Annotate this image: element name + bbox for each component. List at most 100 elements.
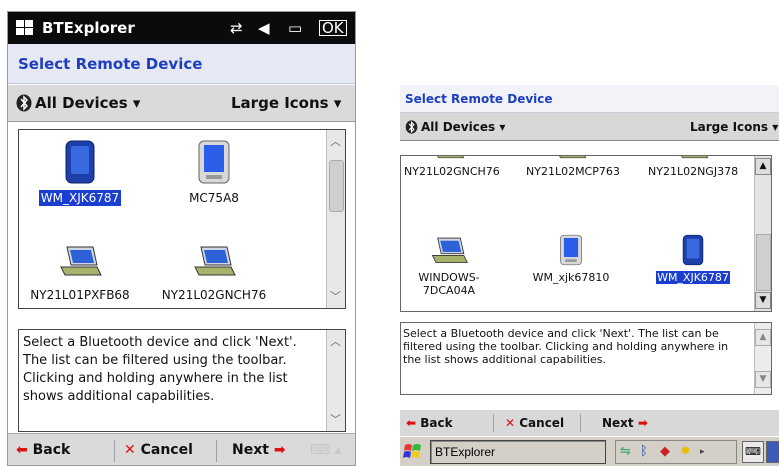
phone-icon [65, 140, 95, 184]
start-flag-icon[interactable] [403, 442, 423, 464]
bluetooth-icon [16, 94, 32, 116]
laptop-icon [559, 156, 587, 159]
description-box: Select a Bluetooth device and click 'Nex… [18, 329, 346, 432]
scroll-up-icon[interactable]: ▲ [755, 158, 771, 175]
page-header: Select Remote Device [400, 85, 779, 113]
device-item[interactable]: NY21L02GNCH76 [403, 156, 500, 178]
divider [114, 440, 115, 462]
right-device-screen: Select Remote Device All Devices ▾ Large… [400, 85, 779, 466]
device-name: NY21L01PXFB68 [30, 288, 130, 302]
sync-icon[interactable]: ◆ [660, 444, 670, 459]
chevron-down-icon: ▾ [499, 120, 506, 134]
page-title: Select Remote Device [405, 92, 553, 106]
device-name: WM_XJK6787 [37, 189, 123, 207]
speaker-icon[interactable]: ◀︎ [258, 19, 270, 37]
windows-flag-icon[interactable] [16, 20, 34, 40]
filter-label: All Devices [35, 94, 128, 112]
desktop-icon[interactable] [766, 441, 779, 463]
scroll-down-icon[interactable]: ▼ [755, 292, 771, 309]
device-name: WINDOWS-7DCA04A [418, 271, 480, 297]
scroll-up-icon[interactable]: ︿ [328, 134, 343, 149]
view-label: Large Icons [690, 120, 769, 134]
device-item[interactable]: NY21L02GNCH76 [159, 245, 269, 303]
device-name: WM_XJK6787 [655, 270, 731, 285]
filter-dropdown[interactable]: All Devices ▾ [421, 120, 505, 134]
next-arrow-icon: ➡ [273, 442, 286, 458]
device-list[interactable]: WM_XJK6787 MC75A8 NY21L01PXFB68 NY21L02G… [18, 129, 346, 309]
scroll-thumb[interactable] [756, 234, 771, 291]
device-item[interactable]: NY21L02NGJ378 [647, 156, 739, 178]
device-list[interactable]: NY21L02GNCH76 NY21L02MCP763 NY21L02NGJ37… [400, 155, 772, 312]
cancel-label: Cancel [519, 416, 565, 430]
device-name: NY21L02NGJ378 [648, 165, 739, 178]
back-button[interactable]: ⬅ Back [406, 416, 453, 430]
divider [580, 414, 581, 432]
app-title: BTExplorer [42, 19, 135, 37]
description-text: Select a Bluetooth device and click 'Nex… [403, 327, 729, 366]
title-bar: BTExplorer ⇄ ◀︎ ▭ OK [8, 12, 355, 44]
next-button[interactable]: Next ➡ [232, 442, 286, 458]
taskbar: BTExplorer ⇋ ᛒ ◆ ✹ ▸ ⌨ [400, 436, 779, 466]
left-device-screen: BTExplorer ⇄ ◀︎ ▭ OK Select Remote Devic… [7, 11, 356, 466]
laptop-icon [60, 246, 102, 276]
keyboard-icon[interactable]: ⌨ [742, 441, 764, 463]
chevron-down-icon: ▾ [333, 94, 342, 112]
cancel-x-icon: ✕ [505, 416, 516, 430]
scroll-down-icon[interactable]: ﹀ [328, 289, 343, 304]
device-name: NY21L02GNCH76 [404, 165, 500, 178]
device-list-scrollbar[interactable]: ▲ ▼ [754, 156, 771, 311]
device-item[interactable]: WM_XJK6787 [25, 140, 135, 207]
description-scrollbar[interactable]: ︿ ﹀ [326, 330, 345, 431]
view-label: Large Icons [231, 94, 329, 112]
device-name: WM_xjk67810 [532, 271, 610, 284]
description-box: Select a Bluetooth device and click 'Nex… [400, 322, 772, 395]
device-item[interactable]: MC75A8 [159, 140, 269, 206]
scroll-up-icon[interactable]: ︿ [328, 334, 343, 349]
back-label: Back [32, 442, 71, 458]
cancel-button[interactable]: ✕ Cancel [124, 442, 193, 458]
pda-icon [560, 234, 582, 266]
next-arrow-icon: ➡ [637, 416, 648, 430]
device-item[interactable]: WM_xjk67810 [525, 232, 617, 284]
view-dropdown[interactable]: Large Icons ▾ [690, 120, 778, 134]
battery-icon: ▭ [288, 19, 303, 37]
page-title: Select Remote Device [18, 55, 203, 73]
keyboard-icon[interactable]: ⌨ ▴ [310, 442, 342, 458]
sun-icon[interactable]: ✹ [680, 444, 691, 459]
pda-icon [198, 140, 230, 184]
scroll-down-icon[interactable]: ﹀ [328, 412, 343, 427]
divider [216, 440, 217, 462]
device-item[interactable]: WINDOWS-7DCA04A [403, 236, 495, 297]
next-button[interactable]: Next ➡ [602, 416, 648, 430]
filter-label: All Devices [421, 120, 496, 134]
cancel-button[interactable]: ✕ Cancel [505, 416, 564, 430]
ok-button[interactable]: OK [319, 20, 347, 36]
toolbar: All Devices ▾ Large Icons ▾ [8, 85, 355, 122]
divider [493, 414, 494, 432]
cancel-x-icon: ✕ [124, 442, 136, 458]
phone-icon [682, 234, 704, 266]
taskbar-app-button[interactable]: BTExplorer [430, 440, 606, 464]
bluetooth-tray-icon[interactable]: ᛒ [640, 444, 648, 459]
next-label: Next [232, 442, 269, 458]
scroll-down-icon[interactable]: ▼ [755, 371, 771, 388]
bottom-bar: ⬅ Back ✕ Cancel Next ➡ [400, 410, 779, 436]
filter-dropdown[interactable]: All Devices ▾ [35, 94, 140, 112]
view-dropdown[interactable]: Large Icons ▾ [231, 94, 341, 112]
device-item[interactable]: WM_XJK6787 [647, 232, 739, 285]
scroll-thumb[interactable] [329, 160, 344, 212]
device-list-scrollbar[interactable]: ︿ ﹀ [326, 130, 345, 308]
network-icon[interactable]: ⇋ [620, 444, 631, 459]
back-label: Back [420, 416, 453, 430]
toolbar: All Devices ▾ Large Icons ▾ [400, 113, 779, 141]
device-item[interactable]: NY21L02MCP763 [525, 156, 620, 178]
device-name: MC75A8 [189, 191, 239, 205]
scroll-up-icon[interactable]: ▲ [755, 329, 771, 346]
chevron-right-icon[interactable]: ▸ [700, 447, 705, 457]
device-item[interactable]: NY21L01PXFB68 [25, 245, 135, 303]
connectivity-icon: ⇄ [230, 19, 243, 37]
cancel-label: Cancel [140, 442, 193, 458]
back-button[interactable]: ⬅ Back [16, 442, 70, 458]
description-scrollbar[interactable]: ▲ ▼ [754, 323, 771, 394]
device-name: NY21L02GNCH76 [161, 288, 267, 302]
